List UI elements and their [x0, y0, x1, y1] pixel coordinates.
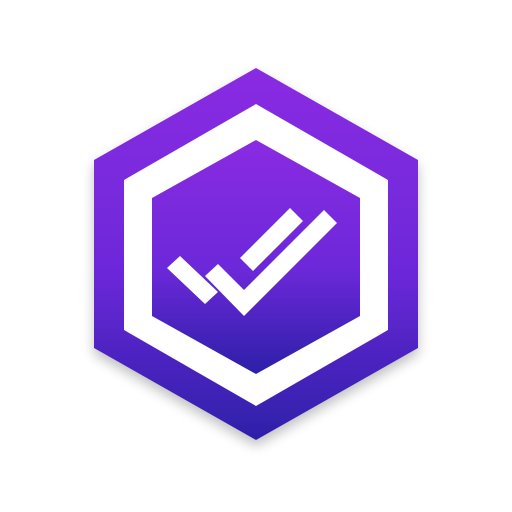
app-icon-canvas: [0, 0, 512, 512]
hexagon-double-check-icon: [94, 68, 418, 440]
